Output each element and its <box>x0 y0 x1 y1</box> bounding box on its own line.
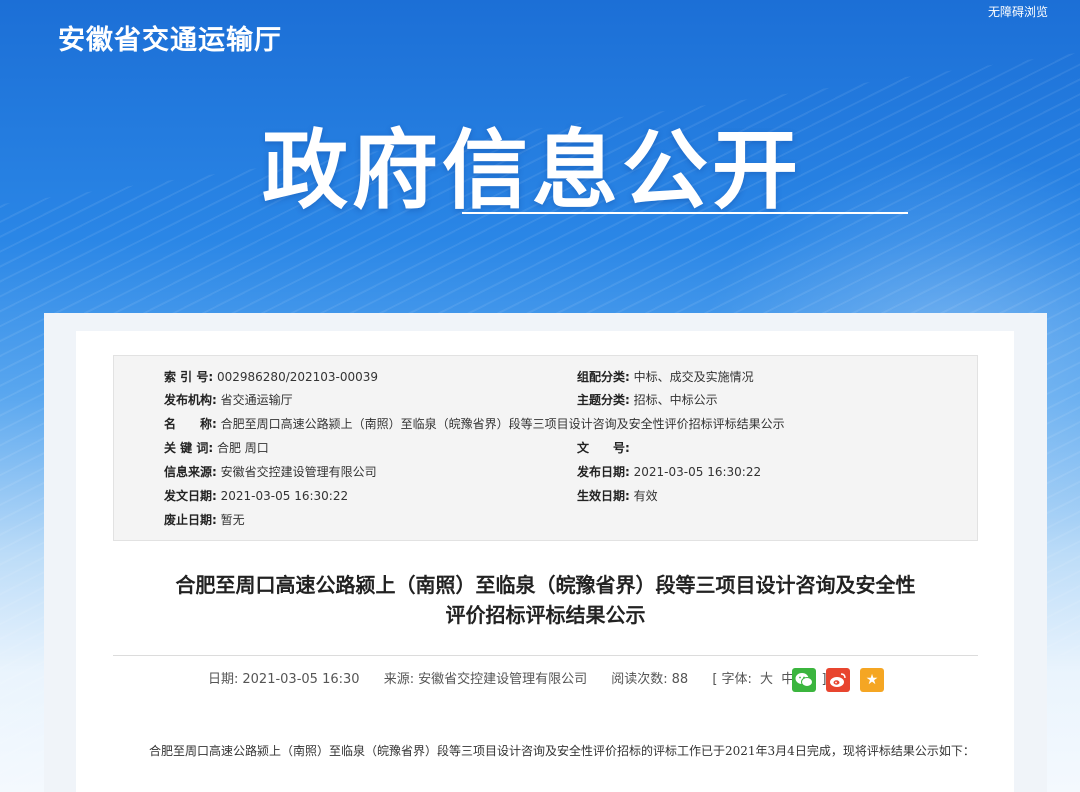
article-title-line2: 评价招标评标结果公示 <box>445 603 646 627</box>
font-size-control: [ 字体: 大 中 小 ] <box>712 672 836 687</box>
meta-value: 中标、成交及实施情况 <box>633 370 754 384</box>
meta-row-expiry: 废止日期: 暂无 <box>164 510 245 530</box>
meta-label: 关 键 词: <box>164 441 214 455</box>
article-reads: 阅读次数: 88 <box>611 672 698 687</box>
meta-row-name: 名 称: 合肥至周口高速公路颍上（南照）至临泉（皖豫省界）段等三项目设计咨询及安… <box>164 414 785 434</box>
source-value: 安徽省交控建设管理有限公司 <box>418 672 588 687</box>
divider <box>113 655 978 656</box>
article-title: 合肥至周口高速公路颍上（南照）至临泉（皖豫省界）段等三项目设计咨询及安全性 评价… <box>113 570 978 630</box>
article-title-line1: 合肥至周口高速公路颍上（南照）至临泉（皖豫省界）段等三项目设计咨询及安全性 <box>175 573 916 597</box>
meta-label: 生效日期: <box>577 489 630 503</box>
meta-value: 2021-03-05 16:30:22 <box>220 489 349 503</box>
meta-value: 合肥至周口高速公路颍上（南照）至临泉（皖豫省界）段等三项目设计咨询及安全性评价招… <box>220 417 785 431</box>
meta-label: 文 号: <box>577 441 630 455</box>
hero-underline <box>462 212 908 214</box>
meta-label: 组配分类: <box>577 370 630 384</box>
weibo-share-button[interactable] <box>826 668 850 692</box>
hero-title: 政府信息公开 <box>262 121 802 221</box>
wechat-icon <box>795 673 813 687</box>
favorite-button[interactable]: ★ <box>860 668 884 692</box>
meta-label: 信息来源: <box>164 465 217 479</box>
article-body: 合肥至周口高速公路颍上（南照）至临泉（皖豫省界）段等三项目设计咨询及安全性评价招… <box>113 735 978 767</box>
meta-label: 废止日期: <box>164 513 217 527</box>
star-icon: ★ <box>865 672 879 688</box>
meta-row-category: 组配分类: 中标、成交及实施情况 <box>577 367 754 387</box>
meta-row-keywords: 关 键 词: 合肥 周口 <box>164 438 269 458</box>
meta-value: 合肥 周口 <box>216 441 269 455</box>
font-size-label: [ 字体: <box>712 672 752 687</box>
meta-row-topic: 主题分类: 招标、中标公示 <box>577 390 718 410</box>
site-title[interactable]: 安徽省交通运输厅 <box>58 18 282 57</box>
meta-row-index: 索 引 号: 002986280/202103-00039 <box>164 367 378 387</box>
reads-value: 88 <box>671 672 689 687</box>
date-label: 日期: <box>208 672 239 687</box>
weibo-icon <box>830 673 846 687</box>
meta-row-issue-date: 发文日期: 2021-03-05 16:30:22 <box>164 486 348 506</box>
meta-label: 发布机构: <box>164 393 217 407</box>
date-value: 2021-03-05 16:30 <box>242 672 360 687</box>
meta-label: 发布日期: <box>577 465 630 479</box>
font-size-large-button[interactable]: 大 <box>760 672 773 687</box>
wechat-share-button[interactable] <box>792 668 816 692</box>
article-paragraph: 合肥至周口高速公路颍上（南照）至临泉（皖豫省界）段等三项目设计咨询及安全性评价招… <box>149 744 975 758</box>
meta-row-effective: 生效日期: 有效 <box>577 486 658 506</box>
source-label: 来源: <box>383 672 415 687</box>
article-info-bar: 日期: 2021-03-05 16:30 来源: 安徽省交控建设管理有限公司 阅读次… <box>208 668 847 692</box>
meta-value: 002986280/202103-00039 <box>216 370 379 384</box>
meta-row-publish-date: 发布日期: 2021-03-05 16:30:22 <box>577 462 761 482</box>
meta-label: 主题分类: <box>577 393 630 407</box>
meta-value: 暂无 <box>220 513 245 527</box>
meta-row-source: 信息来源: 安徽省交控建设管理有限公司 <box>164 462 377 482</box>
article-date: 日期: 2021-03-05 16:30 <box>208 672 370 687</box>
meta-label: 名 称: <box>164 417 217 431</box>
meta-value: 省交通运输厅 <box>220 393 293 407</box>
reads-label: 阅读次数: <box>611 672 668 687</box>
meta-value: 安徽省交控建设管理有限公司 <box>220 465 377 479</box>
article-source: 来源: 安徽省交控建设管理有限公司 <box>384 672 597 687</box>
meta-label: 索 引 号: <box>164 370 214 384</box>
meta-row-publisher: 发布机构: 省交通运输厅 <box>164 390 293 410</box>
meta-row-doc-no: 文 号: <box>577 438 630 458</box>
meta-value: 招标、中标公示 <box>633 393 718 407</box>
meta-label: 发文日期: <box>164 489 217 503</box>
accessibility-link[interactable]: 无障碍浏览 <box>988 3 1048 20</box>
meta-value: 有效 <box>633 489 658 503</box>
meta-value: 2021-03-05 16:30:22 <box>633 465 762 479</box>
